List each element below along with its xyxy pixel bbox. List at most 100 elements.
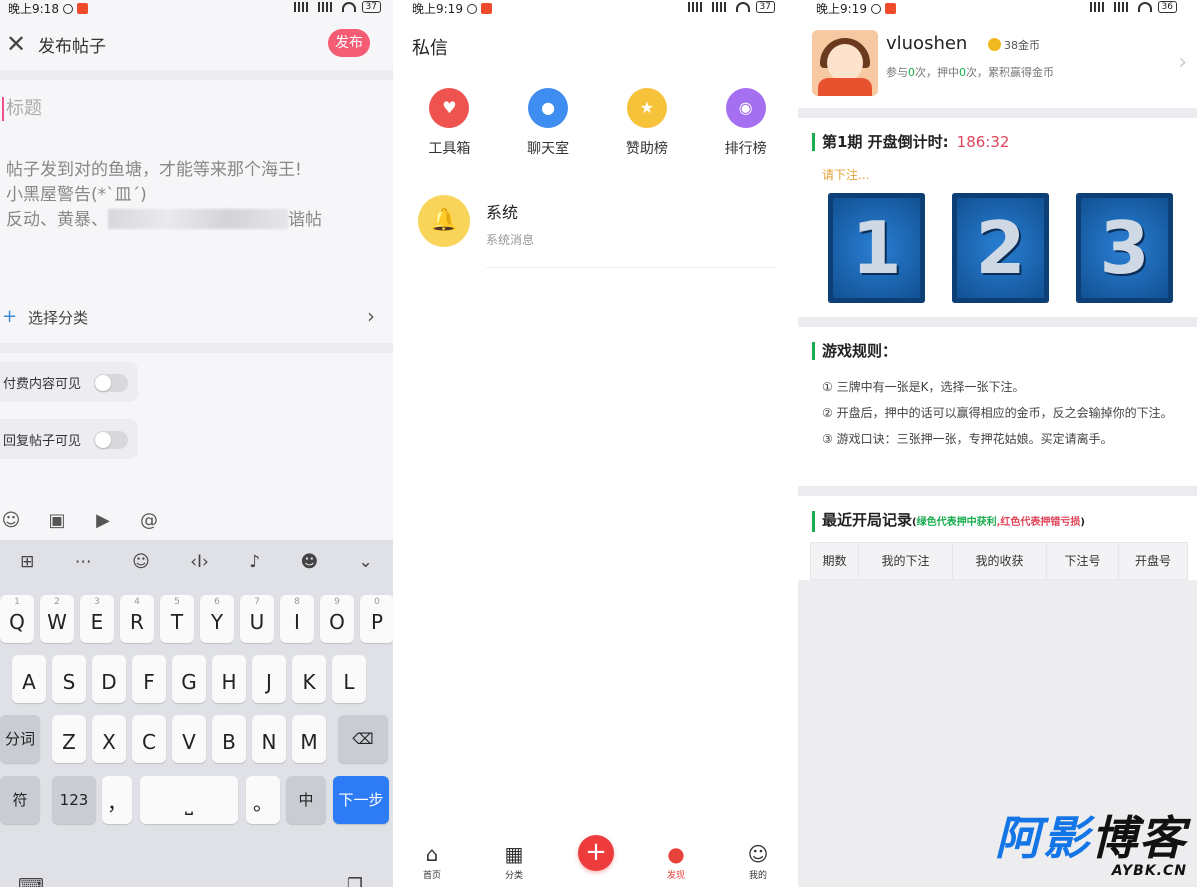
home-icon: ⌂ xyxy=(425,842,439,866)
divider xyxy=(0,343,393,353)
key-u[interactable]: 7U xyxy=(240,595,274,643)
key-e[interactable]: 3E xyxy=(80,595,114,643)
key-m[interactable]: M xyxy=(292,715,326,763)
key-y[interactable]: 6Y xyxy=(200,595,234,643)
tab-3[interactable]: ● 发现 xyxy=(656,842,696,881)
backspace-key[interactable]: ⌫ xyxy=(338,715,388,763)
rules-list: ① 三牌中有一张是K，选择一张下注。 ② 开盘后，押中的话可以赢得相应的金币，反… xyxy=(822,374,1194,452)
profile-icon: ☺ xyxy=(747,842,769,866)
username: vluoshen xyxy=(886,33,968,54)
shortcut-label: 赞助榜 xyxy=(625,141,668,157)
keyboard-layout-icon[interactable]: ⋯ xyxy=(75,552,92,572)
shortcut-3[interactable]: ★ 赞助榜 xyxy=(598,88,697,158)
image-icon[interactable]: ▣ xyxy=(46,510,68,531)
shortcut-4[interactable]: ◉ 排行榜 xyxy=(696,88,795,158)
add-post-button[interactable]: + xyxy=(578,835,614,871)
comma-key[interactable]: ， xyxy=(102,776,132,824)
message-sender: 系统 xyxy=(486,203,519,222)
next-step-button[interactable]: 下一步 xyxy=(333,776,389,824)
key-s[interactable]: S xyxy=(52,655,86,703)
key-o[interactable]: 9O xyxy=(320,595,354,643)
video-icon[interactable]: ▶ xyxy=(92,510,114,531)
key-j[interactable]: J xyxy=(252,655,286,703)
category-selector[interactable]: + 选择分类 › xyxy=(0,298,393,338)
key-d[interactable]: D xyxy=(92,655,126,703)
page-title: 发布帖子 xyxy=(38,37,106,57)
key-l[interactable]: L xyxy=(332,655,366,703)
apps-icon[interactable]: ⊞ xyxy=(20,552,34,572)
key-c[interactable]: C xyxy=(132,715,166,763)
reply-visible-toggle[interactable] xyxy=(94,431,128,449)
bet-card-1[interactable]: 1 xyxy=(828,193,925,303)
shortcut-2[interactable]: ● 聊天室 xyxy=(499,88,598,158)
body-input[interactable]: 帖子发到对的鱼塘，才能等来那个海王! 小黑屋警告(*`皿´) 反动、黄暴、 谐帖 xyxy=(6,158,386,233)
record-table-header: 期数 我的下注 我的收获 下注号 开盘号 xyxy=(810,542,1188,580)
signal-icon xyxy=(711,2,730,12)
chat-icon: ● xyxy=(528,88,569,128)
bet-card-2[interactable]: 2 xyxy=(952,193,1049,303)
message-item-system[interactable]: 🔔 系统 系统消息 xyxy=(416,195,776,268)
tab-2[interactable]: ▦ 分类 xyxy=(494,842,534,881)
divider xyxy=(486,267,776,268)
battery-icon: 36 xyxy=(1157,1,1177,13)
status-bar: 晚上9:19 36 xyxy=(798,0,1197,16)
emoji-icon[interactable]: ☺ xyxy=(132,552,150,572)
symbol-key[interactable]: 符 xyxy=(0,776,40,824)
space-key[interactable]: ⎵ xyxy=(140,776,238,824)
discover-icon: ● xyxy=(667,842,685,866)
rule-item: ① 三牌中有一张是K，选择一张下注。 xyxy=(822,380,1025,394)
key-r[interactable]: 4R xyxy=(120,595,154,643)
key-w[interactable]: 2W xyxy=(40,595,74,643)
shortcut-1[interactable]: ♥ 工具箱 xyxy=(400,88,499,158)
key-n[interactable]: N xyxy=(252,715,286,763)
key-i[interactable]: 8I xyxy=(280,595,314,643)
sticker-icon[interactable]: ☻ xyxy=(300,552,318,572)
paid-content-toggle[interactable] xyxy=(94,374,128,392)
watermark: 阿影博客 AYBK.CN xyxy=(995,811,1187,879)
key-v[interactable]: V xyxy=(172,715,206,763)
avatar[interactable] xyxy=(812,30,878,96)
key-h[interactable]: H xyxy=(212,655,246,703)
editor-toolbar: ☺ ▣ ▶ @ xyxy=(0,506,200,534)
record-title: 最近开局记录(绿色代表押中获利,红色代表押错亏损) xyxy=(812,511,1085,532)
key-k[interactable]: K xyxy=(292,655,326,703)
keyboard-icon[interactable]: ⌨ xyxy=(18,875,44,887)
publish-button[interactable]: 发布 xyxy=(328,29,370,57)
number-key[interactable]: 123 xyxy=(52,776,96,824)
bet-card-3[interactable]: 3 xyxy=(1076,193,1173,303)
body-hint-line: 反动、黄暴、 谐帖 xyxy=(6,209,322,230)
coin-icon xyxy=(988,38,1001,51)
segment-key[interactable]: 分词 xyxy=(0,715,40,763)
key-t[interactable]: 5T xyxy=(160,595,194,643)
period-key[interactable]: 。 xyxy=(246,776,280,824)
title-input[interactable]: 标题 xyxy=(2,97,42,121)
chevron-right-icon: › xyxy=(367,304,375,328)
coin-balance: 38金币 xyxy=(988,37,1040,53)
chevron-right-icon[interactable]: › xyxy=(1178,50,1187,75)
key-p[interactable]: 0P xyxy=(360,595,393,643)
key-a[interactable]: A xyxy=(12,655,46,703)
key-q[interactable]: 1Q xyxy=(0,595,34,643)
clipboard-icon[interactable]: ❐ xyxy=(347,875,363,887)
key-f[interactable]: F xyxy=(132,655,166,703)
table-header-cell: 期数 xyxy=(811,543,859,579)
star-icon: ★ xyxy=(626,88,667,128)
tab-4[interactable]: ☺ 我的 xyxy=(738,842,778,881)
signal-icon xyxy=(317,2,336,12)
key-x[interactable]: X xyxy=(92,715,126,763)
language-key[interactable]: 中 xyxy=(286,776,326,824)
cursor-icon[interactable]: ‹I› xyxy=(190,552,209,572)
countdown-timer: 186:32 xyxy=(956,133,1010,151)
key-g[interactable]: G xyxy=(172,655,206,703)
battery-icon: 37 xyxy=(361,1,381,13)
key-z[interactable]: Z xyxy=(52,715,86,763)
close-icon[interactable]: ✕ xyxy=(6,30,26,58)
signal-icon xyxy=(687,2,706,12)
mention-icon[interactable]: @ xyxy=(138,510,160,531)
key-b[interactable]: B xyxy=(212,715,246,763)
mic-icon[interactable]: ♪ xyxy=(249,552,260,572)
chevron-down-icon[interactable]: ⌄ xyxy=(359,552,373,572)
emoji-icon[interactable]: ☺ xyxy=(0,510,22,531)
messages-panel: 晚上9:19 37 私信 ♥ 工具箱 ● 聊天室 ★ 赞助榜 ◉ 排行榜 🔔 系统 系统消息 … xyxy=(400,0,795,887)
tab-1[interactable]: ⌂ 首页 xyxy=(412,842,452,881)
